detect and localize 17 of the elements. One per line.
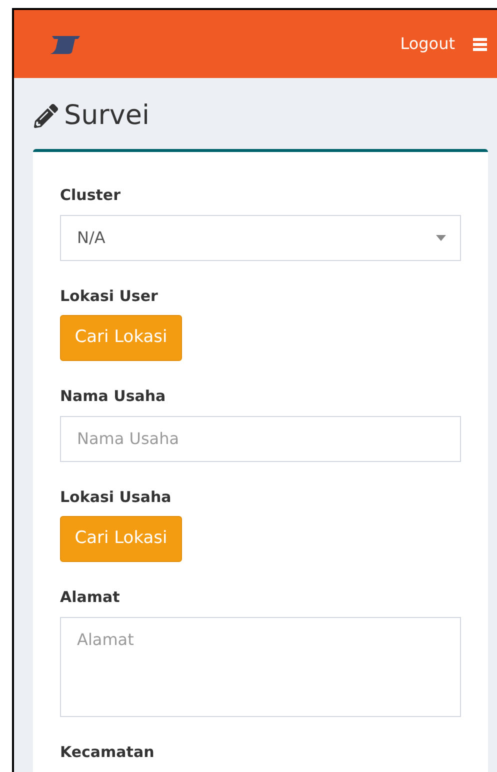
field-label: Cluster [60,185,122,206]
page-title: Survei [64,102,150,129]
field-label: Nama Usaha [60,386,167,407]
pencil-icon [34,104,58,128]
caret-icon [436,234,446,240]
menu-icon[interactable] [473,38,487,50]
field-label: Lokasi User [60,286,159,306]
business-name-field[interactable]: Nama Usaha [60,416,461,462]
field-label: Lokasi Usaha [60,486,172,508]
field-label: Alamat [60,587,121,608]
search-location-button[interactable]: Cari Lokasi [60,516,182,562]
cluster-select[interactable]: N/A [60,214,461,260]
logout-link[interactable]: Logout [400,32,455,56]
address-field[interactable]: Alamat [60,616,461,716]
field-label: Kecamatan [60,742,156,762]
logo-icon [48,34,82,54]
search-location-button[interactable]: Cari Lokasi [60,315,182,361]
